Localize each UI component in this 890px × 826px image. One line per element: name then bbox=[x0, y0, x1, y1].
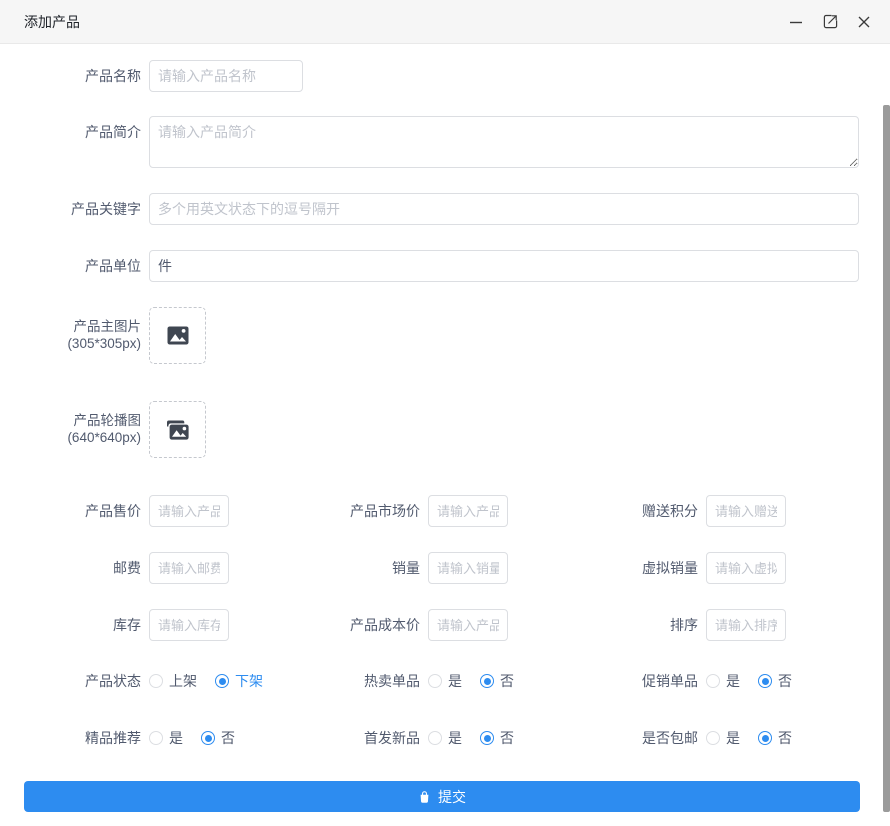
gift-points-input[interactable] bbox=[706, 495, 786, 527]
postage-input[interactable] bbox=[149, 552, 229, 584]
product-name-label: 产品名称 bbox=[16, 66, 141, 86]
radio-new-no[interactable]: 否 bbox=[480, 728, 514, 748]
hot-item-group: 热卖单品 是 否 bbox=[295, 665, 514, 697]
radio-checked-icon bbox=[758, 674, 772, 688]
hot-item-label: 热卖单品 bbox=[295, 671, 420, 691]
free-shipping-group: 是否包邮 是 否 bbox=[573, 722, 792, 754]
product-intro-label: 产品简介 bbox=[16, 116, 141, 148]
radio-featured-yes[interactable]: 是 bbox=[149, 728, 183, 748]
promo-item-group: 促销单品 是 否 bbox=[573, 665, 792, 697]
market-price-label: 产品市场价 bbox=[295, 501, 420, 521]
product-name-input[interactable] bbox=[149, 60, 303, 92]
radio-checked-icon bbox=[758, 731, 772, 745]
radio-featured-no[interactable]: 否 bbox=[201, 728, 235, 748]
product-keywords-input[interactable] bbox=[149, 193, 859, 225]
radio-hot-yes[interactable]: 是 bbox=[428, 671, 462, 691]
postage-label: 邮费 bbox=[16, 558, 141, 578]
radio-unchecked-icon bbox=[149, 674, 163, 688]
radio-on-shelf[interactable]: 上架 bbox=[149, 671, 197, 691]
stock-row: 库存 产品成本价 排序 bbox=[0, 609, 890, 641]
main-image-row: 产品主图片 (305*305px) bbox=[0, 307, 890, 364]
radio-unchecked-icon bbox=[428, 731, 442, 745]
sales-input[interactable] bbox=[428, 552, 508, 584]
new-release-label: 首发新品 bbox=[295, 728, 420, 748]
postage-row: 邮费 销量 虚拟销量 bbox=[0, 552, 890, 584]
promo-item-label: 促销单品 bbox=[573, 671, 698, 691]
scrollbar-track[interactable] bbox=[882, 44, 890, 826]
product-keywords-label: 产品关键字 bbox=[16, 199, 141, 219]
window-title: 添加产品 bbox=[24, 12, 80, 32]
radio-off-shelf[interactable]: 下架 bbox=[215, 671, 263, 691]
product-intro-row: 产品简介 bbox=[0, 116, 890, 168]
main-image-label: 产品主图片 (305*305px) bbox=[16, 319, 141, 352]
sell-price-label: 产品售价 bbox=[16, 501, 141, 521]
radio-ship-no[interactable]: 否 bbox=[758, 728, 792, 748]
radio-unchecked-icon bbox=[706, 731, 720, 745]
submit-label: 提交 bbox=[438, 787, 466, 807]
sort-label: 排序 bbox=[573, 615, 698, 635]
radio-checked-icon bbox=[215, 674, 229, 688]
radio-checked-icon bbox=[480, 731, 494, 745]
new-release-group: 首发新品 是 否 bbox=[295, 722, 514, 754]
virtual-sales-input[interactable] bbox=[706, 552, 786, 584]
radio-new-yes[interactable]: 是 bbox=[428, 728, 462, 748]
close-icon bbox=[857, 15, 871, 29]
price-row: 产品售价 产品市场价 赠送积分 bbox=[0, 495, 890, 527]
carousel-image-label: 产品轮播图 (640*640px) bbox=[16, 413, 141, 446]
product-unit-row: 产品单位 bbox=[0, 250, 890, 282]
submit-button[interactable]: 提交 bbox=[24, 781, 860, 812]
radio-row-2: 精品推荐 是 否 首发新品 是 否 是否包邮 是 否 bbox=[0, 722, 890, 754]
radio-unchecked-icon bbox=[706, 674, 720, 688]
radio-promo-no[interactable]: 否 bbox=[758, 671, 792, 691]
images-icon bbox=[166, 420, 189, 440]
carousel-image-upload[interactable] bbox=[149, 401, 206, 458]
cost-price-input[interactable] bbox=[428, 609, 508, 641]
carousel-image-row: 产品轮播图 (640*640px) bbox=[0, 401, 890, 458]
main-image-upload[interactable] bbox=[149, 307, 206, 364]
radio-unchecked-icon bbox=[149, 731, 163, 745]
product-intro-textarea[interactable] bbox=[149, 116, 859, 168]
image-icon bbox=[167, 326, 189, 345]
featured-group: 精品推荐 是 否 bbox=[16, 722, 235, 754]
stock-input[interactable] bbox=[149, 609, 229, 641]
free-shipping-label: 是否包邮 bbox=[573, 728, 698, 748]
stock-label: 库存 bbox=[16, 615, 141, 635]
cost-price-label: 产品成本价 bbox=[295, 615, 420, 635]
scrollbar-thumb[interactable] bbox=[883, 105, 890, 812]
sort-input[interactable] bbox=[706, 609, 786, 641]
market-price-input[interactable] bbox=[428, 495, 508, 527]
maximize-button[interactable] bbox=[818, 10, 842, 34]
product-status-label: 产品状态 bbox=[16, 671, 141, 691]
titlebar: 添加产品 bbox=[0, 0, 890, 44]
radio-row-1: 产品状态 上架 下架 热卖单品 是 否 促销单品 是 否 bbox=[0, 665, 890, 697]
product-unit-input[interactable] bbox=[149, 250, 859, 282]
minimize-button[interactable] bbox=[784, 10, 808, 34]
maximize-icon bbox=[823, 14, 838, 29]
window-controls bbox=[784, 0, 876, 43]
add-product-form: 产品名称 产品简介 产品关键字 产品单位 产品主图片 (305*305px) bbox=[0, 60, 890, 812]
product-status-group: 产品状态 上架 下架 bbox=[16, 665, 263, 697]
radio-checked-icon bbox=[201, 731, 215, 745]
radio-ship-yes[interactable]: 是 bbox=[706, 728, 740, 748]
sales-label: 销量 bbox=[295, 558, 420, 578]
radio-promo-yes[interactable]: 是 bbox=[706, 671, 740, 691]
product-name-row: 产品名称 bbox=[0, 60, 890, 92]
bag-icon bbox=[418, 790, 431, 804]
virtual-sales-label: 虚拟销量 bbox=[573, 558, 698, 578]
gift-points-label: 赠送积分 bbox=[573, 501, 698, 521]
product-unit-label: 产品单位 bbox=[16, 256, 141, 276]
featured-label: 精品推荐 bbox=[16, 728, 141, 748]
radio-checked-icon bbox=[480, 674, 494, 688]
radio-unchecked-icon bbox=[428, 674, 442, 688]
minimize-icon bbox=[789, 15, 803, 29]
product-keywords-row: 产品关键字 bbox=[0, 193, 890, 225]
radio-hot-no[interactable]: 否 bbox=[480, 671, 514, 691]
close-button[interactable] bbox=[852, 10, 876, 34]
sell-price-input[interactable] bbox=[149, 495, 229, 527]
